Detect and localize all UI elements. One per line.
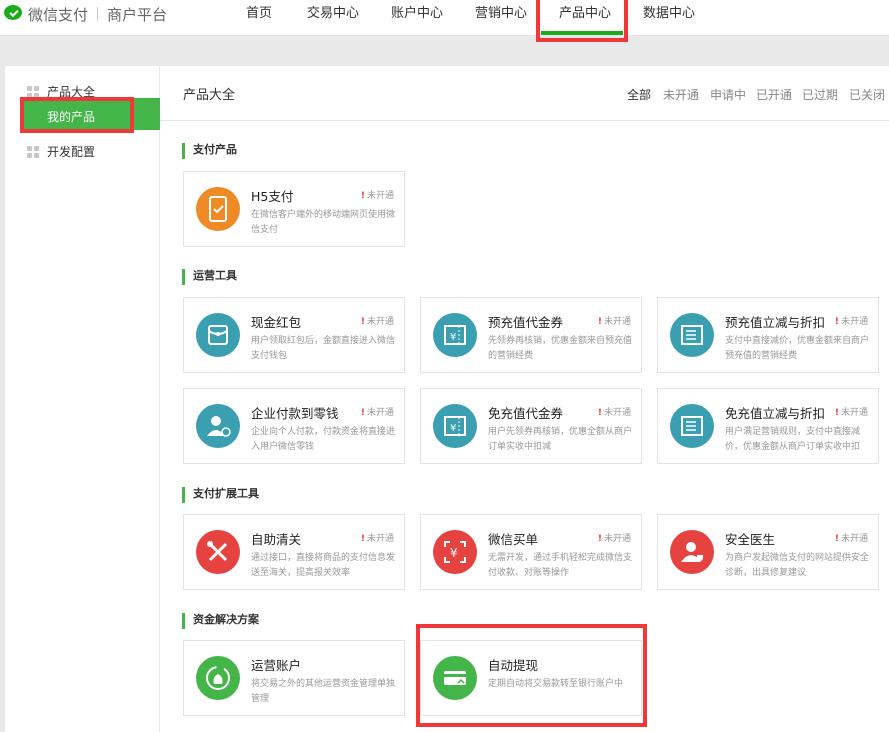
brand-subtitle: 商户平台	[107, 5, 168, 24]
user-pay-icon	[196, 404, 240, 448]
product-name: 免充值立减与折扣	[725, 406, 826, 421]
svg-text:¥: ¥	[450, 332, 456, 343]
sidebar-item-label: 开发配置	[47, 145, 96, 159]
product-card-operating-account[interactable]: 运营账户 将交易之外的其他运营资金管理单独管理	[183, 640, 405, 716]
brand-name: 微信支付	[28, 5, 89, 24]
status-badge: ! 未开通	[360, 534, 394, 544]
section-title: 支付扩展工具	[182, 487, 259, 503]
highlight-box-nav	[536, 0, 628, 42]
nav-trade-center[interactable]: 交易中心	[307, 0, 359, 36]
nav-account-center[interactable]: 账户中心	[391, 0, 443, 36]
status-badge: ! 未开通	[360, 191, 394, 201]
product-card-free-coupon[interactable]: ¥ 免充值代金券 ! 未开通 用户先领券再核销，优惠全额从商户订单实收中扣减	[420, 388, 642, 464]
section-title: 运营工具	[182, 269, 237, 285]
product-desc: 为商户发起微信支付的网站提供安全诊断，出具修复建议	[725, 553, 870, 578]
highlight-box-sidebar	[20, 97, 134, 133]
status-badge: ! 未开通	[597, 534, 631, 544]
product-desc: 通过接口，直接将商品的支付信息发送至海关，提高报关效率	[251, 553, 396, 578]
filter-expired[interactable]: 已过期	[802, 86, 838, 103]
doctor-icon	[670, 530, 714, 574]
filter-closed[interactable]: 已关闭	[849, 86, 885, 103]
brand-logo[interactable]: 微信支付 商户平台	[4, 4, 167, 24]
product-card-cash-red-packet[interactable]: 现金红包 ! 未开通 用户领取红包后，金额直接进入微信支付钱包	[183, 297, 405, 373]
status-badge: ! 未开通	[360, 317, 394, 327]
nav-marketing-center[interactable]: 营销中心	[475, 0, 527, 36]
discount-coupon-icon	[670, 404, 714, 448]
section-title: 支付产品	[182, 143, 237, 159]
discount-coupon-icon	[670, 313, 714, 357]
product-desc: 无需开发，通过手机轻松完成微信支付收款、对账等操作	[488, 553, 633, 578]
svg-text:¥: ¥	[450, 423, 456, 434]
product-desc: 将交易之外的其他运营资金管理单独管理	[251, 679, 396, 704]
product-desc: 用户满足营销规则，支付中直接减价，优惠金额从商户订单实收中扣	[725, 427, 861, 452]
product-desc: 在微信客户端外的移动端网页使用微信支付	[251, 210, 396, 235]
status-badge: ! 未开通	[597, 317, 631, 327]
money-bag-icon	[196, 656, 240, 700]
highlight-box-auto-withdraw	[416, 624, 647, 727]
sidebar: 产品大全 我的产品 开发配置	[5, 66, 161, 732]
product-name: 现金红包	[251, 315, 302, 330]
product-name: 企业付款到零钱	[251, 406, 339, 421]
yen-coupon-icon: ¥	[433, 404, 477, 448]
product-name: H5支付	[251, 189, 294, 204]
product-name: 预充值立减与折扣	[725, 315, 826, 330]
status-badge: ! 未开通	[597, 408, 631, 418]
product-card-prepaid-coupon[interactable]: ¥ 预充值代金券 ! 未开通 先领券再核销，优惠金额来自预充值的营销经费	[420, 297, 642, 373]
status-badge: ! 未开通	[834, 534, 868, 544]
wechat-pay-logo-icon	[4, 5, 26, 23]
product-card-security-doctor[interactable]: 安全医生 ! 未开通 为商户发起微信支付的网站提供安全诊断，出具修复建议	[657, 514, 879, 590]
product-desc: 先领券再核销，优惠金额来自预充值的营销经费	[488, 336, 633, 361]
product-card-h5-pay[interactable]: H5支付 ! 未开通 在微信客户端外的移动端网页使用微信支付	[183, 171, 405, 247]
filter-not-activated[interactable]: 未开通	[663, 86, 699, 103]
product-card-free-discount[interactable]: 免充值立减与折扣 ! 未开通 用户满足营销规则，支付中直接减价，优惠金额从商户订单…	[657, 388, 879, 464]
product-card-wechat-checkout[interactable]: ¥ 微信买单 ! 未开通 无需开发，通过手机轻松完成微信支付收款、对账等操作	[420, 514, 642, 590]
tools-icon	[196, 530, 240, 574]
section-title: 资金解决方案	[182, 613, 259, 629]
product-card-customs-clearance[interactable]: 自助清关 ! 未开通 通过接口，直接将商品的支付信息发送至海关，提高报关效率	[183, 514, 405, 590]
product-name: 自助清关	[251, 532, 302, 547]
filter-applying[interactable]: 申请中	[710, 86, 746, 103]
product-name: 运营账户	[251, 658, 302, 673]
product-card-prepaid-discount[interactable]: 预充值立减与折扣 ! 未开通 支付中直接减价，优惠金额来自商户预充值的营销经费	[657, 297, 879, 373]
phone-check-icon	[196, 187, 240, 231]
status-badge: ! 未开通	[834, 317, 868, 327]
top-nav-bar: 微信支付 商户平台 首页 交易中心 账户中心 营销中心 产品中心 数据中心	[0, 0, 889, 36]
product-name: 免充值代金券	[488, 406, 564, 421]
filter-activated[interactable]: 已开通	[756, 86, 792, 103]
nav-home[interactable]: 首页	[246, 0, 272, 36]
yen-coupon-icon: ¥	[433, 313, 477, 357]
filter-all[interactable]: 全部	[627, 86, 651, 103]
nav-data-center[interactable]: 数据中心	[643, 0, 695, 36]
product-name: 微信买单	[488, 532, 539, 547]
product-desc: 用户先领券再核销，优惠全额从商户订单实收中扣减	[488, 427, 633, 452]
product-desc: 支付中直接减价，优惠金额来自商户预充值的营销经费	[725, 336, 870, 361]
main-header: 产品大全 全部 未开通 申请中 已开通 已过期 已关闭	[160, 66, 889, 121]
product-name: 预充值代金券	[488, 315, 564, 330]
red-packet-icon	[196, 313, 240, 357]
product-name: 安全医生	[725, 532, 776, 547]
product-desc: 企业向个人付款，付款资金将直接进入用户微信零钱	[251, 427, 396, 452]
product-card-enterprise-payment[interactable]: 企业付款到零钱 ! 未开通 企业向个人付款，付款资金将直接进入用户微信零钱	[183, 388, 405, 464]
brand-divider	[97, 7, 99, 21]
page-title: 产品大全	[183, 88, 236, 103]
status-badge: ! 未开通	[360, 408, 394, 418]
svg-text:¥: ¥	[450, 546, 458, 560]
status-badge: ! 未开通	[834, 408, 868, 418]
scan-yen-icon: ¥	[433, 530, 477, 574]
sidebar-item-dev-config[interactable]: 开发配置	[5, 142, 159, 162]
product-desc: 用户领取红包后，金额直接进入微信支付钱包	[251, 336, 396, 361]
grid-icon	[27, 146, 39, 158]
